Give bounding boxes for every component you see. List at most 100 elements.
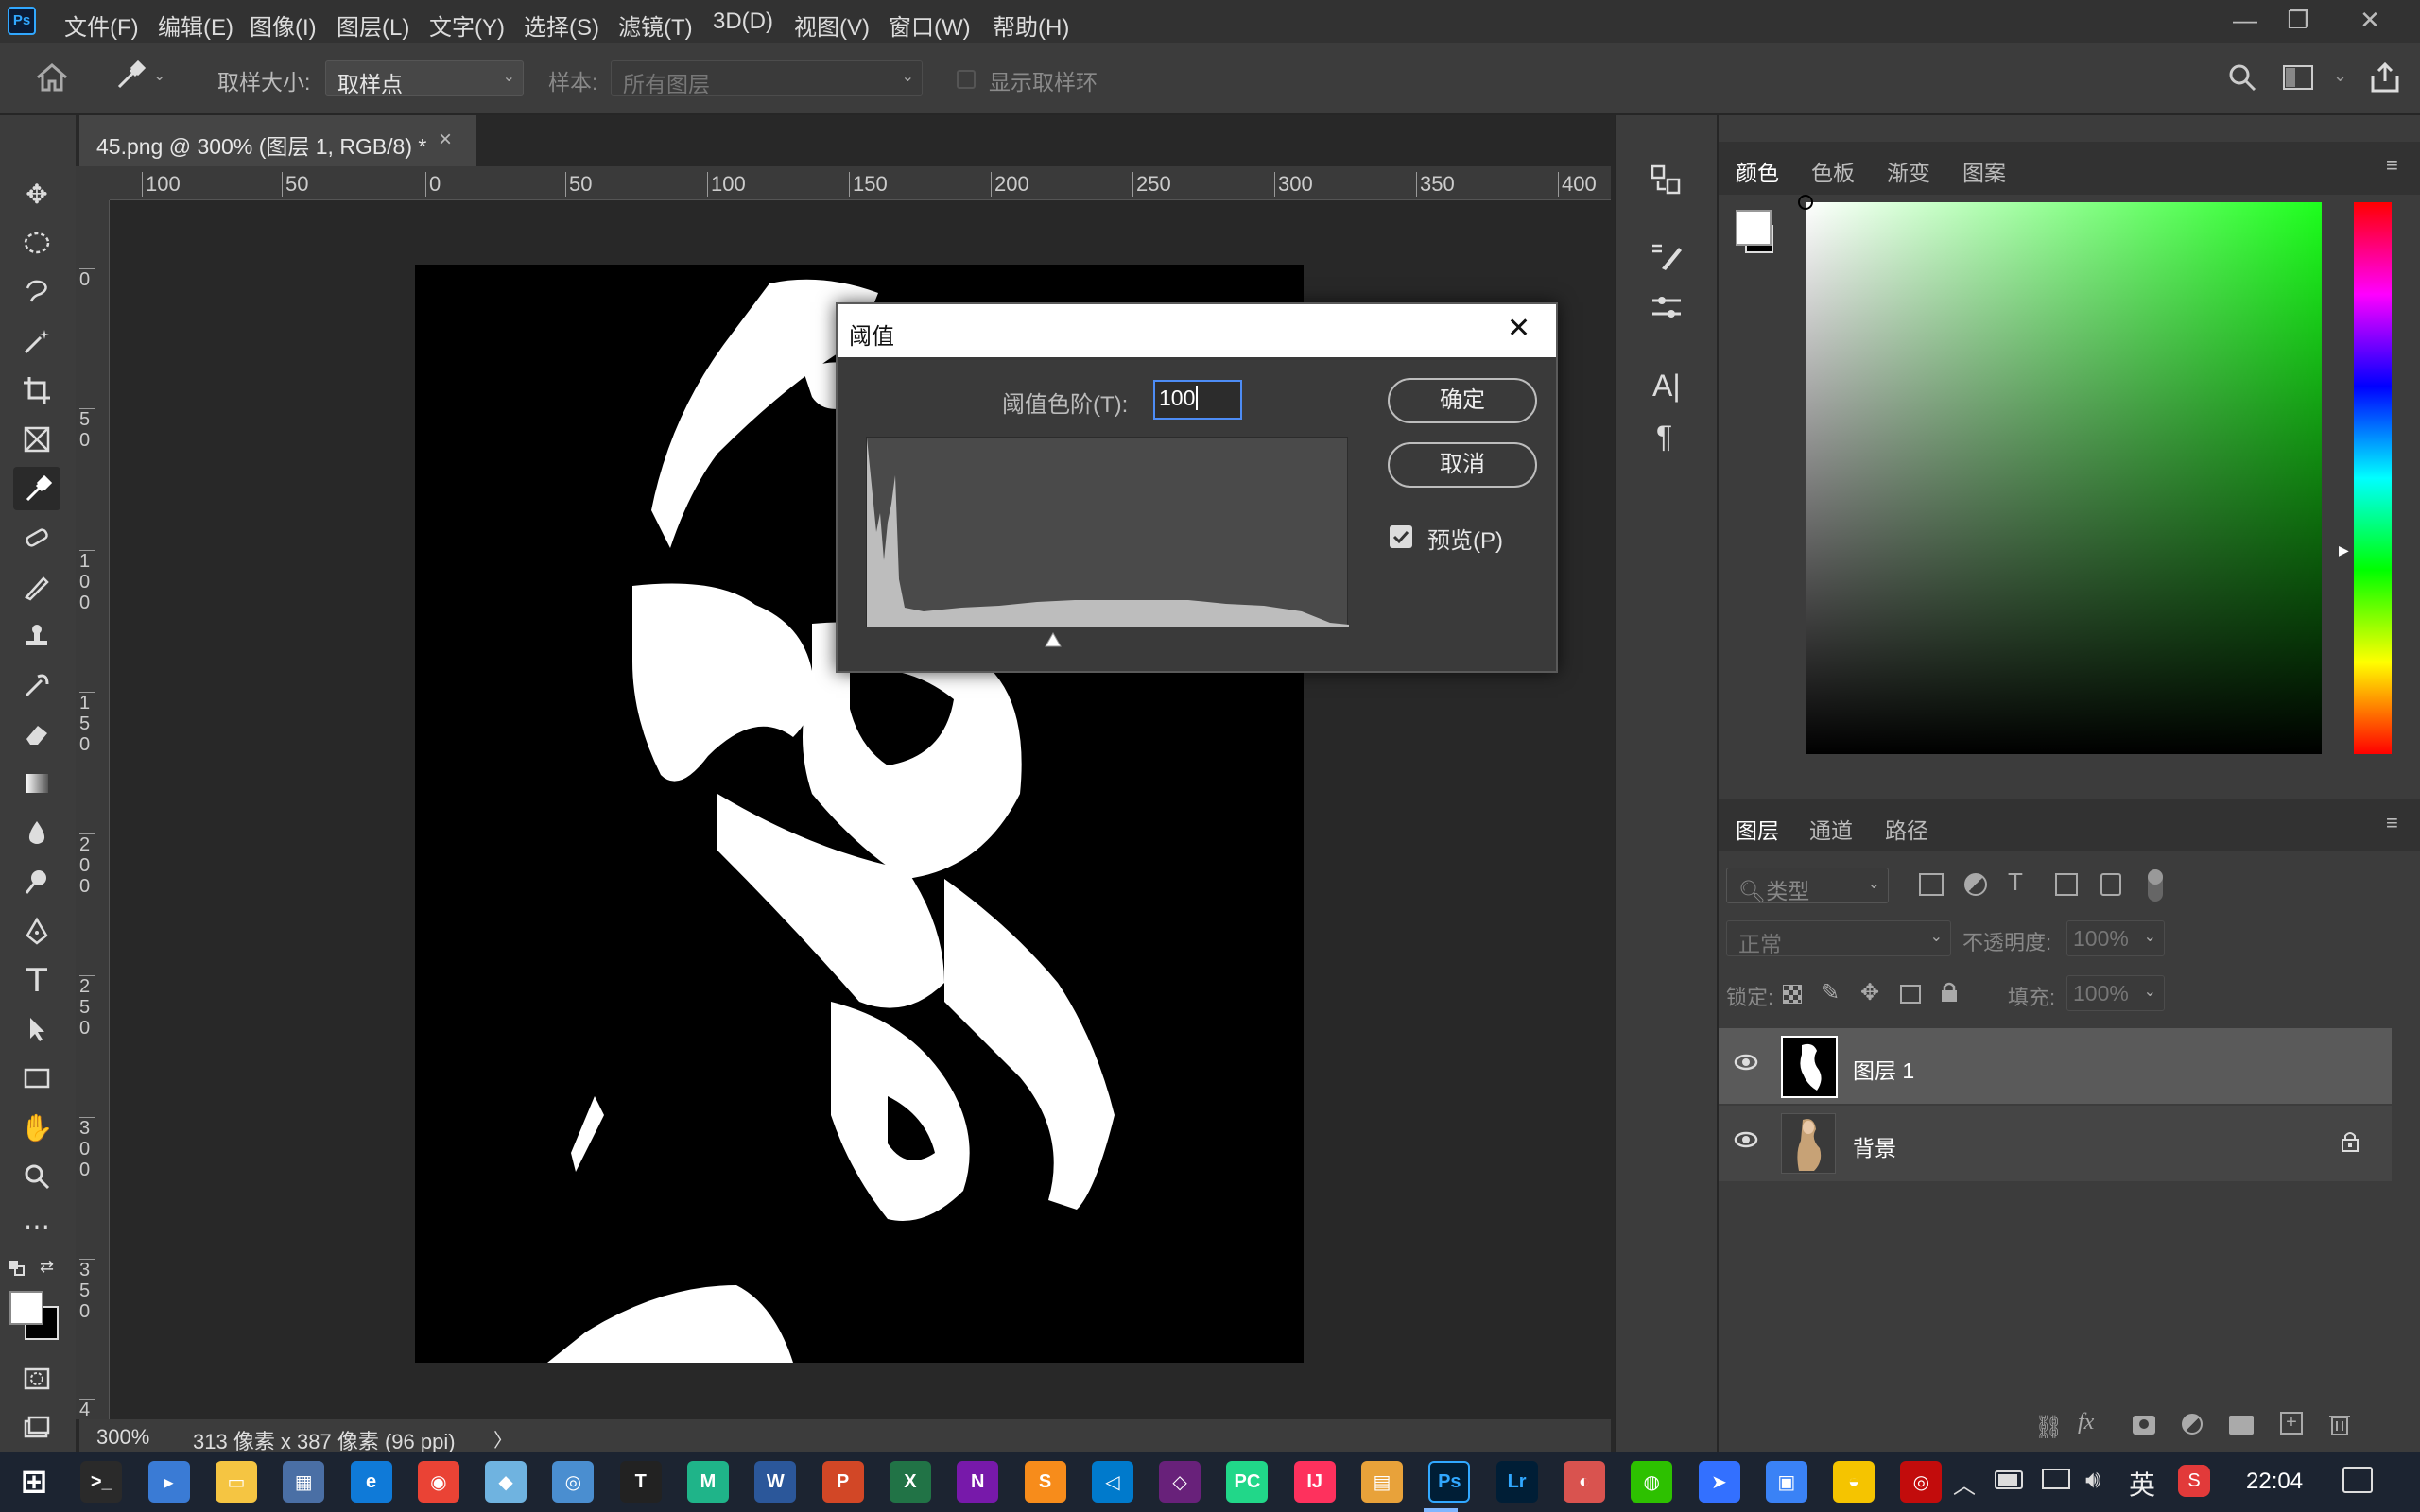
filter-toggle[interactable] <box>2148 869 2163 902</box>
cancel-button[interactable]: 取消 <box>1388 442 1537 488</box>
taskbar-qihu-icon[interactable]: ◒ <box>1833 1461 1876 1503</box>
filter-shape-icon[interactable] <box>2055 873 2078 896</box>
rectangle-tool-icon[interactable] <box>13 1057 60 1100</box>
taskbar-pycharm-icon[interactable]: PC <box>1226 1461 1269 1503</box>
opacity-input[interactable]: 100% ⌄ <box>2066 920 2165 956</box>
taskbar-typora-icon[interactable]: T <box>619 1461 662 1503</box>
menu-item[interactable]: 文字(Y) <box>429 9 505 42</box>
zoom-level[interactable]: 300% <box>96 1425 149 1450</box>
show-ring-checkbox[interactable] <box>957 70 976 89</box>
filter-adjustment-icon[interactable] <box>1964 873 1987 896</box>
threshold-slider-handle[interactable] <box>1044 631 1063 655</box>
menu-item[interactable]: 图像(I) <box>250 9 317 42</box>
eyedropper-tool-preset-icon[interactable]: ⌄ <box>113 59 170 96</box>
clock[interactable]: 22:04 <box>2246 1469 2303 1495</box>
panel-menu-icon[interactable]: ≡ <box>2386 153 2398 178</box>
path-selection-tool-icon[interactable] <box>13 1007 60 1051</box>
type-tool-icon[interactable] <box>13 958 60 1002</box>
swap-colors-icon[interactable]: ⇄ <box>40 1257 54 1277</box>
taskbar-bird-icon[interactable]: ◐ <box>1563 1461 1605 1503</box>
sogou-icon[interactable]: S <box>2178 1465 2210 1497</box>
menu-item[interactable]: 窗口(W) <box>889 9 971 42</box>
menu-item[interactable]: 文件(F) <box>64 9 139 42</box>
dialog-close-icon[interactable]: ✕ <box>1507 312 1530 345</box>
tab-paths[interactable]: 路径 <box>1885 813 1928 845</box>
taskbar-excel-icon[interactable]: X <box>889 1461 931 1503</box>
taskbar-visualstudio-icon[interactable]: ◇ <box>1159 1461 1201 1503</box>
tab-swatches[interactable]: 色板 <box>1811 155 1855 187</box>
taskbar-netease-icon[interactable]: ◎ <box>1900 1461 1943 1503</box>
pen-tool-icon[interactable] <box>13 909 60 953</box>
taskbar-start-icon[interactable]: ⊞ <box>13 1461 55 1503</box>
blur-tool-icon[interactable] <box>13 811 60 854</box>
menu-item[interactable]: 滤镜(T) <box>618 9 693 42</box>
search-icon[interactable] <box>2227 62 2257 97</box>
paragraph-panel-icon[interactable]: ¶ <box>1656 420 1672 455</box>
lasso-tool-icon[interactable] <box>13 270 60 314</box>
workspace-icon[interactable] <box>2282 64 2314 95</box>
lock-artboard-icon[interactable] <box>1900 985 1921 1004</box>
menu-item[interactable]: 3D(D) <box>713 9 773 35</box>
eyedropper-tool-icon[interactable] <box>13 467 60 510</box>
lock-image-icon[interactable]: ✎ <box>1821 979 1840 1006</box>
restore-button[interactable]: ❐ <box>2265 6 2331 38</box>
color-panel-fg-swatch[interactable] <box>1736 210 1772 246</box>
brush-settings-icon[interactable] <box>1649 238 1685 279</box>
ime-indicator[interactable]: 英 <box>2129 1465 2155 1503</box>
share-icon[interactable] <box>2369 60 2401 99</box>
close-tab-icon[interactable]: × <box>439 127 452 153</box>
tab-channels[interactable]: 通道 <box>1809 813 1853 845</box>
taskbar-finder-icon[interactable]: ▸ <box>147 1461 190 1503</box>
brush-tool-icon[interactable] <box>13 565 60 609</box>
layer-filter-select[interactable]: 🔍︎类型 ⌄ <box>1726 868 1889 903</box>
tab-patterns[interactable]: 图案 <box>1962 155 2006 187</box>
frame-tool-icon[interactable] <box>13 418 60 461</box>
notification-icon[interactable] <box>2342 1467 2373 1493</box>
move-tool-icon[interactable]: ✥ <box>13 172 60 215</box>
layers-panel-menu-icon[interactable]: ≡ <box>2386 811 2398 835</box>
crop-tool-icon[interactable] <box>13 369 60 412</box>
history-icon[interactable] <box>1649 163 1685 203</box>
marquee-tool-icon[interactable] <box>13 221 60 265</box>
layer-row-layer1[interactable]: 图层 1 <box>1719 1028 2392 1104</box>
volume-icon[interactable]: 🔊︎ <box>2085 1465 2100 1495</box>
delete-layer-icon[interactable] <box>2329 1412 2350 1441</box>
taskbar-lightroom-icon[interactable]: Lr <box>1495 1461 1538 1503</box>
filter-type-icon[interactable]: T <box>2008 868 2023 897</box>
fill-input[interactable]: 100% ⌄ <box>2066 975 2165 1011</box>
default-colors-icon[interactable] <box>9 1261 25 1276</box>
layer-style-icon[interactable]: fx <box>2078 1410 2094 1435</box>
close-window-button[interactable]: ✕ <box>2337 6 2403 38</box>
taskbar-explorer-icon[interactable]: ▭ <box>215 1461 257 1503</box>
taskbar-vscode-icon[interactable]: ◁ <box>1091 1461 1133 1503</box>
taskbar-files-icon[interactable]: ◆ <box>485 1461 527 1503</box>
new-layer-icon[interactable]: + <box>2280 1412 2303 1435</box>
menu-item[interactable]: 编辑(E) <box>158 9 233 42</box>
gradient-tool-icon[interactable] <box>13 762 60 805</box>
home-icon[interactable] <box>34 60 70 94</box>
layer-name[interactable]: 图层 1 <box>1853 1053 1914 1085</box>
quick-mask-icon[interactable] <box>13 1357 60 1400</box>
filter-pixel-icon[interactable] <box>1919 873 1944 896</box>
menu-item[interactable]: 帮助(H) <box>993 9 1069 42</box>
character-panel-icon[interactable]: A| <box>1652 369 1681 404</box>
color-field[interactable] <box>1806 202 2322 754</box>
history-brush-tool-icon[interactable] <box>13 663 60 707</box>
lock-position-icon[interactable]: ✥ <box>1860 979 1879 1006</box>
taskbar-store-icon[interactable]: ▣ <box>1765 1461 1807 1503</box>
foreground-color-swatch[interactable] <box>9 1291 43 1325</box>
link-layers-icon[interactable]: ⛓ <box>2034 1414 2063 1441</box>
menu-item[interactable]: 选择(S) <box>524 9 599 42</box>
taskbar-calculator-icon[interactable]: ▦ <box>283 1461 325 1503</box>
battery-icon[interactable] <box>1995 1470 2023 1489</box>
filter-smart-object-icon[interactable] <box>2100 873 2121 896</box>
tab-layers[interactable]: 图层 <box>1736 813 1779 845</box>
healing-brush-tool-icon[interactable] <box>13 516 60 559</box>
taskbar-powerpoint-icon[interactable]: P <box>821 1461 864 1503</box>
taskbar-terminal-icon[interactable]: >_ <box>80 1461 123 1503</box>
eye-icon[interactable] <box>1734 1130 1758 1154</box>
lock-all-icon[interactable] <box>1940 981 1959 1008</box>
taskbar-chrome-icon[interactable]: ◉ <box>417 1461 459 1503</box>
hand-tool-icon[interactable]: ✋ <box>13 1106 60 1149</box>
taskbar-edge-icon[interactable]: e <box>350 1461 392 1503</box>
